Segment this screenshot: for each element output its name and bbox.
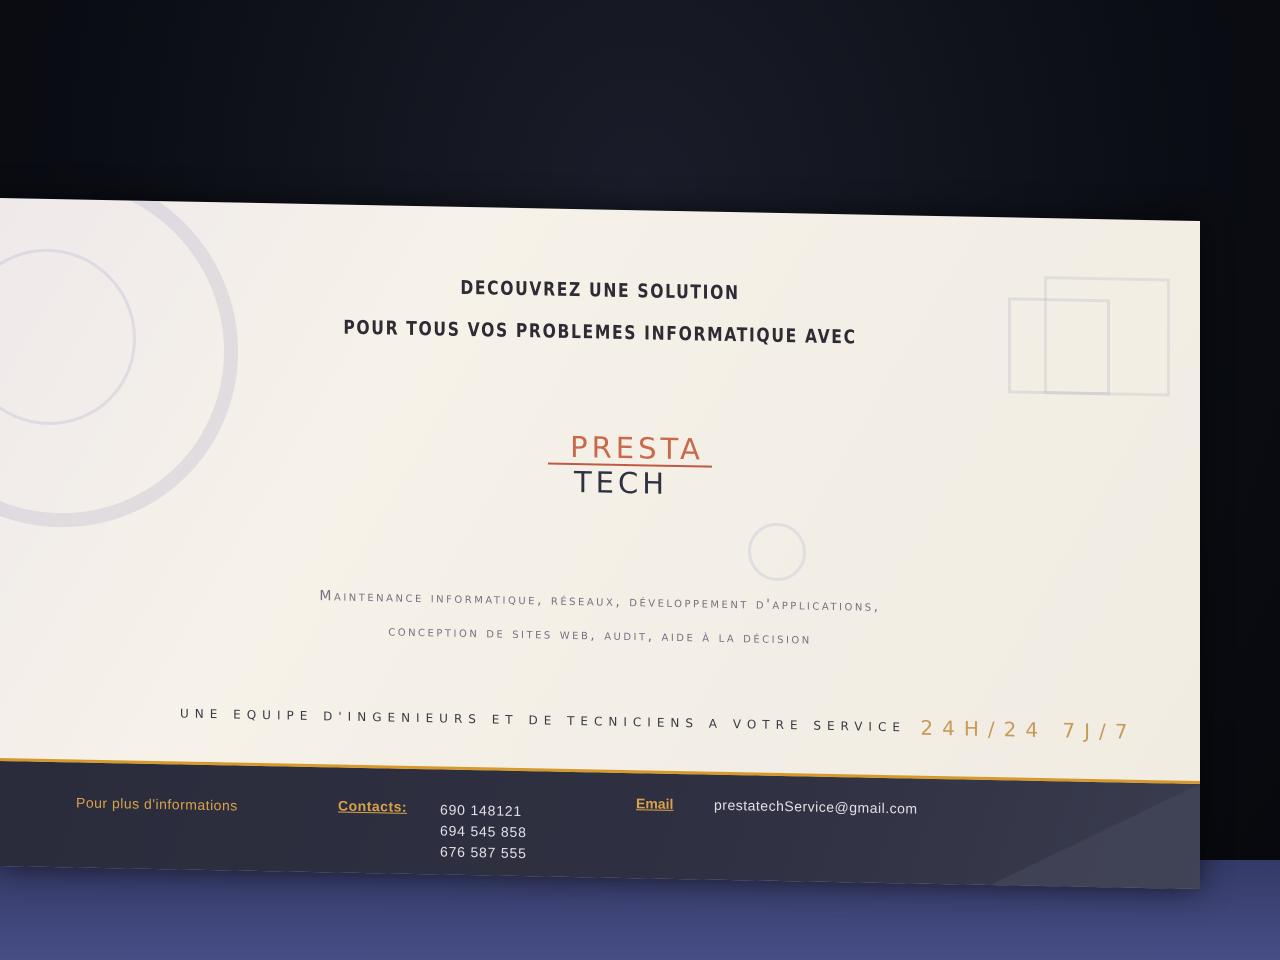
web-page: DECOUVREZ UNE SOLUTION POUR TOUS VOS PRO… (0, 198, 1200, 890)
phone-number: 690 148121 (440, 801, 522, 820)
footer: Pour plus d'informations Contacts: 690 1… (0, 758, 1200, 890)
contacts-link[interactable]: Contacts: (338, 797, 407, 814)
tagline-text: UNE EQUIPE D'INGENIEURS ET DE TECNICIENS… (180, 706, 906, 735)
decorative-small-ring (748, 522, 806, 582)
phone-number: 676 587 555 (440, 843, 527, 862)
availability-hours: 24H/24 7J/7 (920, 715, 1137, 744)
logo-text-bottom: TECH (573, 465, 669, 501)
logo-text-top: PRESTA (570, 429, 704, 467)
footer-decoration (960, 779, 1200, 890)
headline-line-1: DECOUVREZ UNE SOLUTION (460, 276, 740, 305)
photo-scene: DECOUVREZ UNE SOLUTION POUR TOUS VOS PRO… (0, 0, 1280, 960)
services-line-1: Maintenance informatique, réseaux, dével… (319, 588, 881, 615)
headline-line-2: POUR TOUS VOS PROBLEMES INFORMATIQUE AVE… (343, 316, 857, 349)
tagline: UNE EQUIPE D'INGENIEURS ET DE TECNICIENS… (180, 701, 1137, 743)
presta-tech-logo[interactable]: PRESTA TECH (548, 429, 712, 502)
services-line-2: conception de sites web, audit, aide à l… (388, 623, 812, 648)
footer-info-label: Pour plus d'informations (76, 794, 238, 814)
phone-list: 690 148121 694 545 858 676 587 555 (440, 799, 527, 864)
email-address[interactable]: prestatechService@gmail.com (714, 797, 918, 817)
phone-number: 694 545 858 (440, 822, 527, 841)
email-link[interactable]: Email (636, 795, 673, 812)
